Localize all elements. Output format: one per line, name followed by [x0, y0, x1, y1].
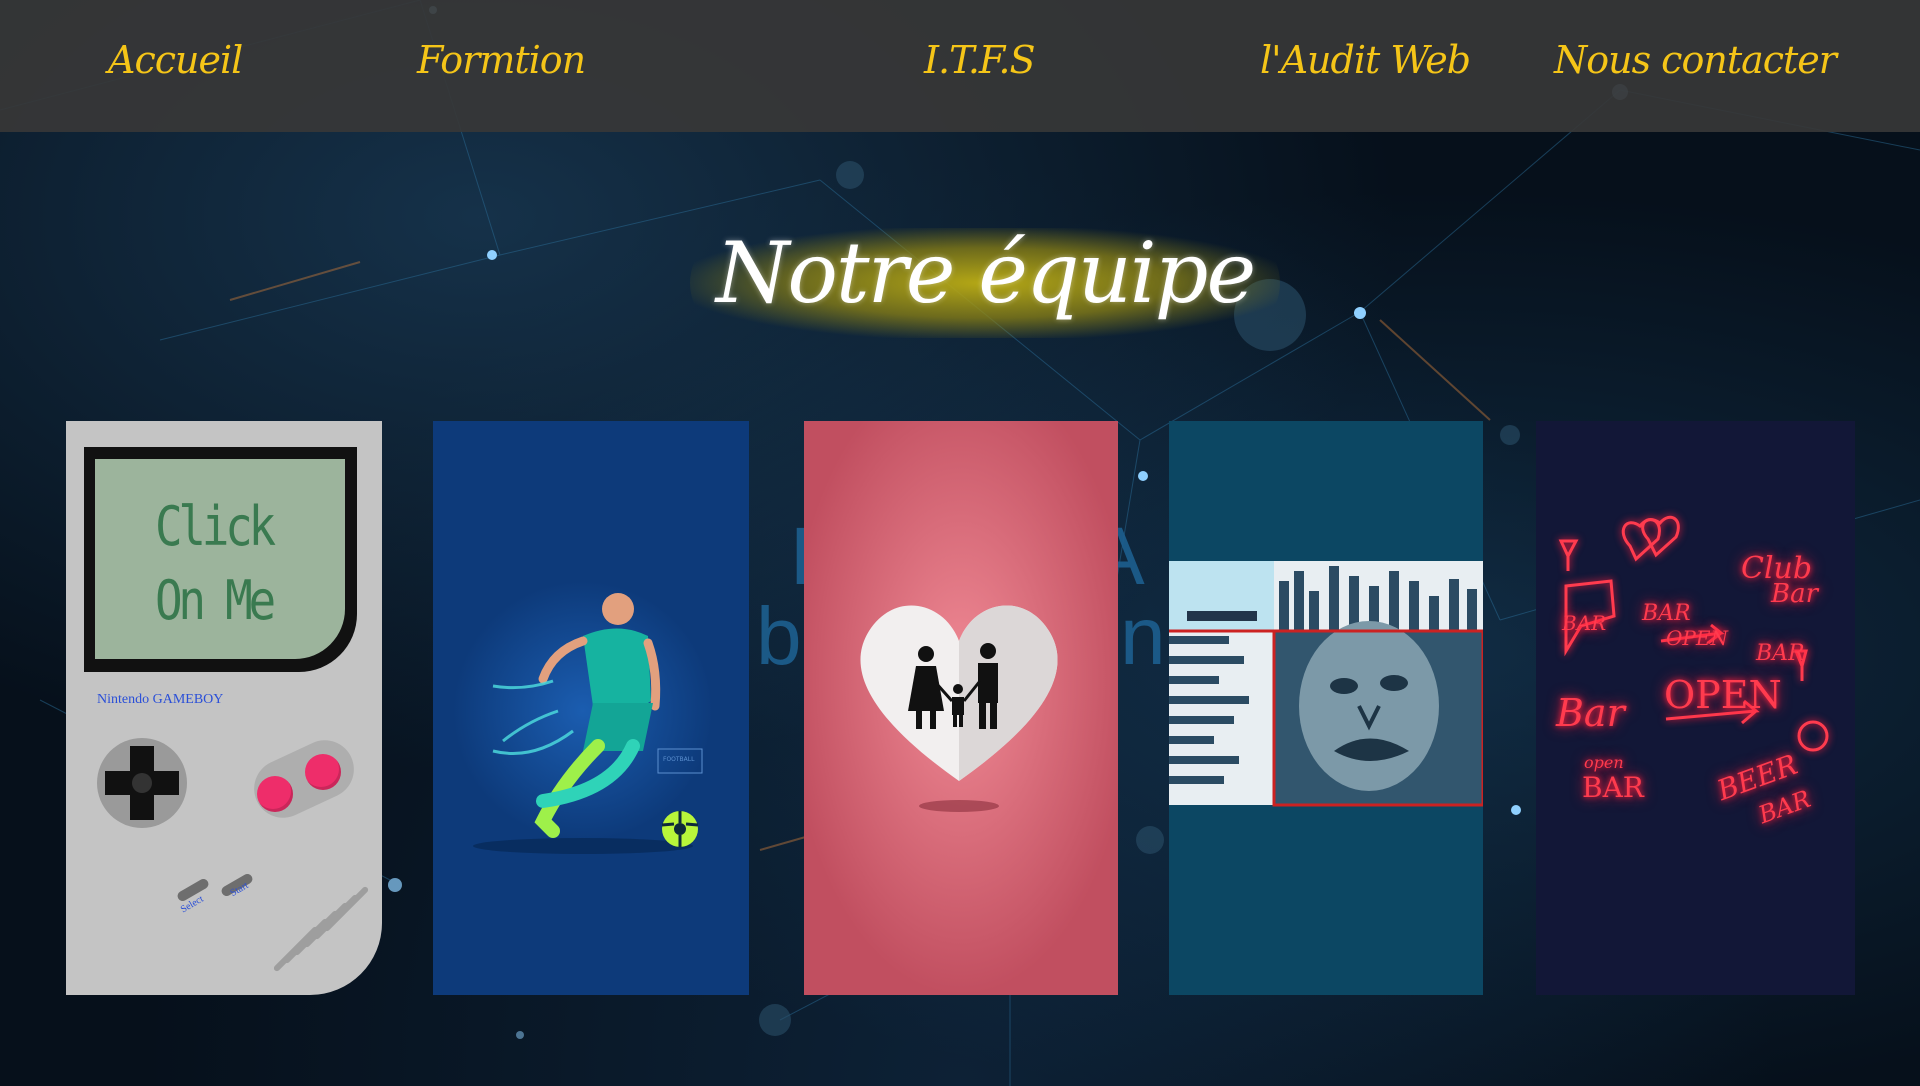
nav-link-audit-web[interactable]: l'Audit Web — [1260, 38, 1471, 82]
neon-sign-bar-3: BAR — [1756, 641, 1805, 666]
nonogram-illustration — [1169, 561, 1483, 807]
neon-sign-open-small: open — [1584, 753, 1624, 772]
gameboy-a-button[interactable] — [305, 754, 341, 790]
team-card-family[interactable] — [804, 421, 1118, 995]
team-card-nonogram[interactable] — [1169, 421, 1483, 995]
neon-sign-bar-1: BAR — [1562, 611, 1607, 635]
gameboy-screen-line2: On Me — [155, 569, 276, 632]
dpad-icon — [105, 746, 179, 820]
team-card-neon-bar[interactable]: BAR BAR OPEN Club Bar BAR Bar OPEN open … — [1536, 421, 1855, 995]
nav-link-accueil[interactable]: Accueil — [108, 38, 243, 82]
gameboy-dpad[interactable] — [97, 738, 187, 828]
neon-sign-bar-box: BAR — [1582, 771, 1644, 804]
footballer-illustration — [453, 581, 713, 854]
footballer-badge-label: FOOTBALL — [663, 756, 695, 763]
neon-sign-open-2: OPEN — [1664, 673, 1782, 717]
gameboy-b-button[interactable] — [257, 776, 293, 812]
gameboy-ab-pad — [244, 730, 364, 828]
neon-sign-open-1: OPEN — [1666, 626, 1728, 650]
neon-sign-club-bar: Bar — [1771, 579, 1819, 609]
background-text-line2-start: b — [756, 591, 802, 682]
neon-sign-bar-script: Bar — [1556, 691, 1625, 735]
nav-link-formation[interactable]: Formtion — [417, 38, 586, 82]
gameboy-screen[interactable]: Click On Me — [95, 459, 345, 659]
gameboy-brand-label: Nintendo GAMEBOY — [97, 692, 224, 707]
family-heart-illustration — [804, 421, 1118, 995]
team-card-footballer[interactable]: FOOTBALL — [433, 421, 749, 995]
top-navbar: Accueil Formtion I.T.F.S l'Audit Web Nou… — [0, 0, 1920, 132]
nav-link-contact[interactable]: Nous contacter — [1554, 38, 1837, 82]
page-title: Notre équipe — [715, 224, 1256, 322]
team-card-gameboy[interactable]: Click On Me Nintendo GAMEBOY Select Star… — [66, 421, 382, 995]
neon-sign-bar-2: BAR — [1642, 601, 1691, 626]
gameboy-screen-line1: Click — [155, 495, 276, 558]
gameboy-screen-frame: Click On Me — [84, 447, 357, 672]
nav-link-itfs[interactable]: I.T.F.S — [924, 38, 1035, 82]
